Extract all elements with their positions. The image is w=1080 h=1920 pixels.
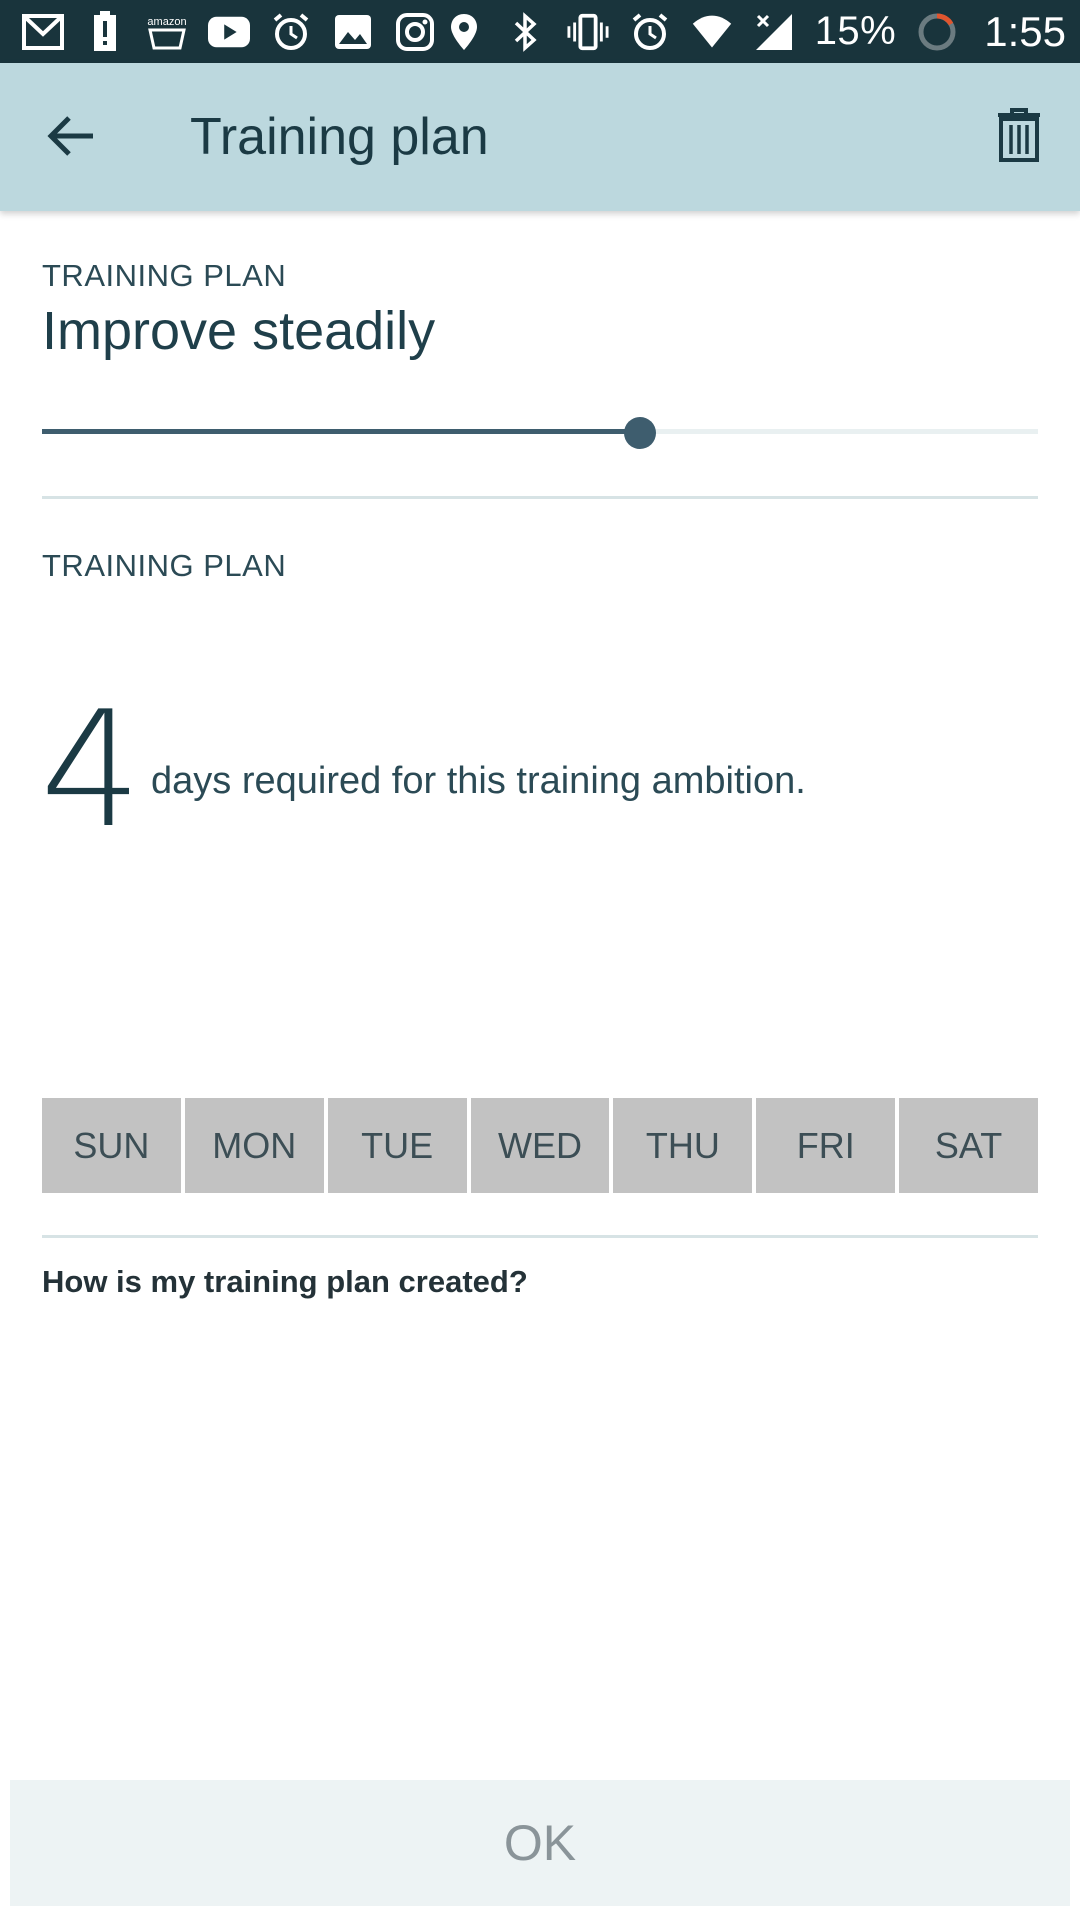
vibrate-icon bbox=[567, 11, 609, 53]
youtube-icon bbox=[208, 11, 250, 53]
ok-button[interactable]: OK bbox=[10, 1780, 1070, 1906]
day-selector: SUN MON TUE WED THU FRI SAT bbox=[42, 1098, 1039, 1193]
slider-thumb[interactable] bbox=[623, 417, 656, 449]
delete-button[interactable] bbox=[988, 101, 1050, 173]
slider-fill bbox=[42, 429, 640, 434]
status-bar-right: 15% 1:55 bbox=[443, 8, 1066, 56]
divider bbox=[42, 1235, 1038, 1238]
days-count: 4 bbox=[40, 676, 142, 863]
days-section-label: TRAINING PLAN bbox=[42, 548, 287, 583]
day-button-wed[interactable]: WED bbox=[470, 1098, 610, 1193]
instagram-icon bbox=[394, 11, 436, 53]
days-required-text: days required for this training ambition… bbox=[151, 760, 806, 802]
bluetooth-icon bbox=[505, 11, 547, 53]
battery-percent: 15% bbox=[814, 9, 897, 53]
signal-icon bbox=[753, 11, 795, 53]
day-button-sun[interactable]: SUN bbox=[42, 1098, 181, 1193]
day-button-tue[interactable]: TUE bbox=[327, 1098, 467, 1193]
gmail-icon bbox=[22, 11, 64, 53]
ambition-slider[interactable] bbox=[42, 406, 1038, 458]
page-title: Training plan bbox=[190, 108, 489, 166]
app-bar: Training plan bbox=[0, 63, 1080, 211]
plan-value: Improve steadily bbox=[42, 301, 436, 361]
status-bar-left: amazon bbox=[22, 10, 436, 53]
status-clock: 1:55 bbox=[984, 7, 1066, 55]
help-link[interactable]: How is my training plan created? bbox=[42, 1264, 528, 1300]
location-icon bbox=[443, 11, 485, 53]
alarm-icon bbox=[270, 11, 312, 53]
back-button[interactable] bbox=[40, 107, 102, 169]
plan-section-label: TRAINING PLAN bbox=[42, 258, 287, 293]
day-button-fri[interactable]: FRI bbox=[756, 1098, 896, 1193]
gallery-icon bbox=[332, 11, 374, 53]
alert-battery-icon bbox=[84, 10, 126, 53]
trash-icon bbox=[996, 107, 1042, 168]
day-button-mon[interactable]: MON bbox=[184, 1098, 324, 1193]
day-button-sat[interactable]: SAT bbox=[899, 1098, 1039, 1193]
divider bbox=[42, 496, 1038, 499]
amazon-icon: amazon bbox=[146, 11, 188, 53]
day-button-thu[interactable]: THU bbox=[613, 1098, 753, 1193]
alarm-icon bbox=[629, 11, 671, 53]
battery-ring-icon bbox=[916, 11, 958, 53]
arrow-left-icon bbox=[47, 114, 95, 163]
status-bar: amazon 15% 1:55 bbox=[0, 0, 1080, 63]
wifi-icon bbox=[691, 11, 733, 53]
svg-text:amazon: amazon bbox=[147, 16, 186, 28]
